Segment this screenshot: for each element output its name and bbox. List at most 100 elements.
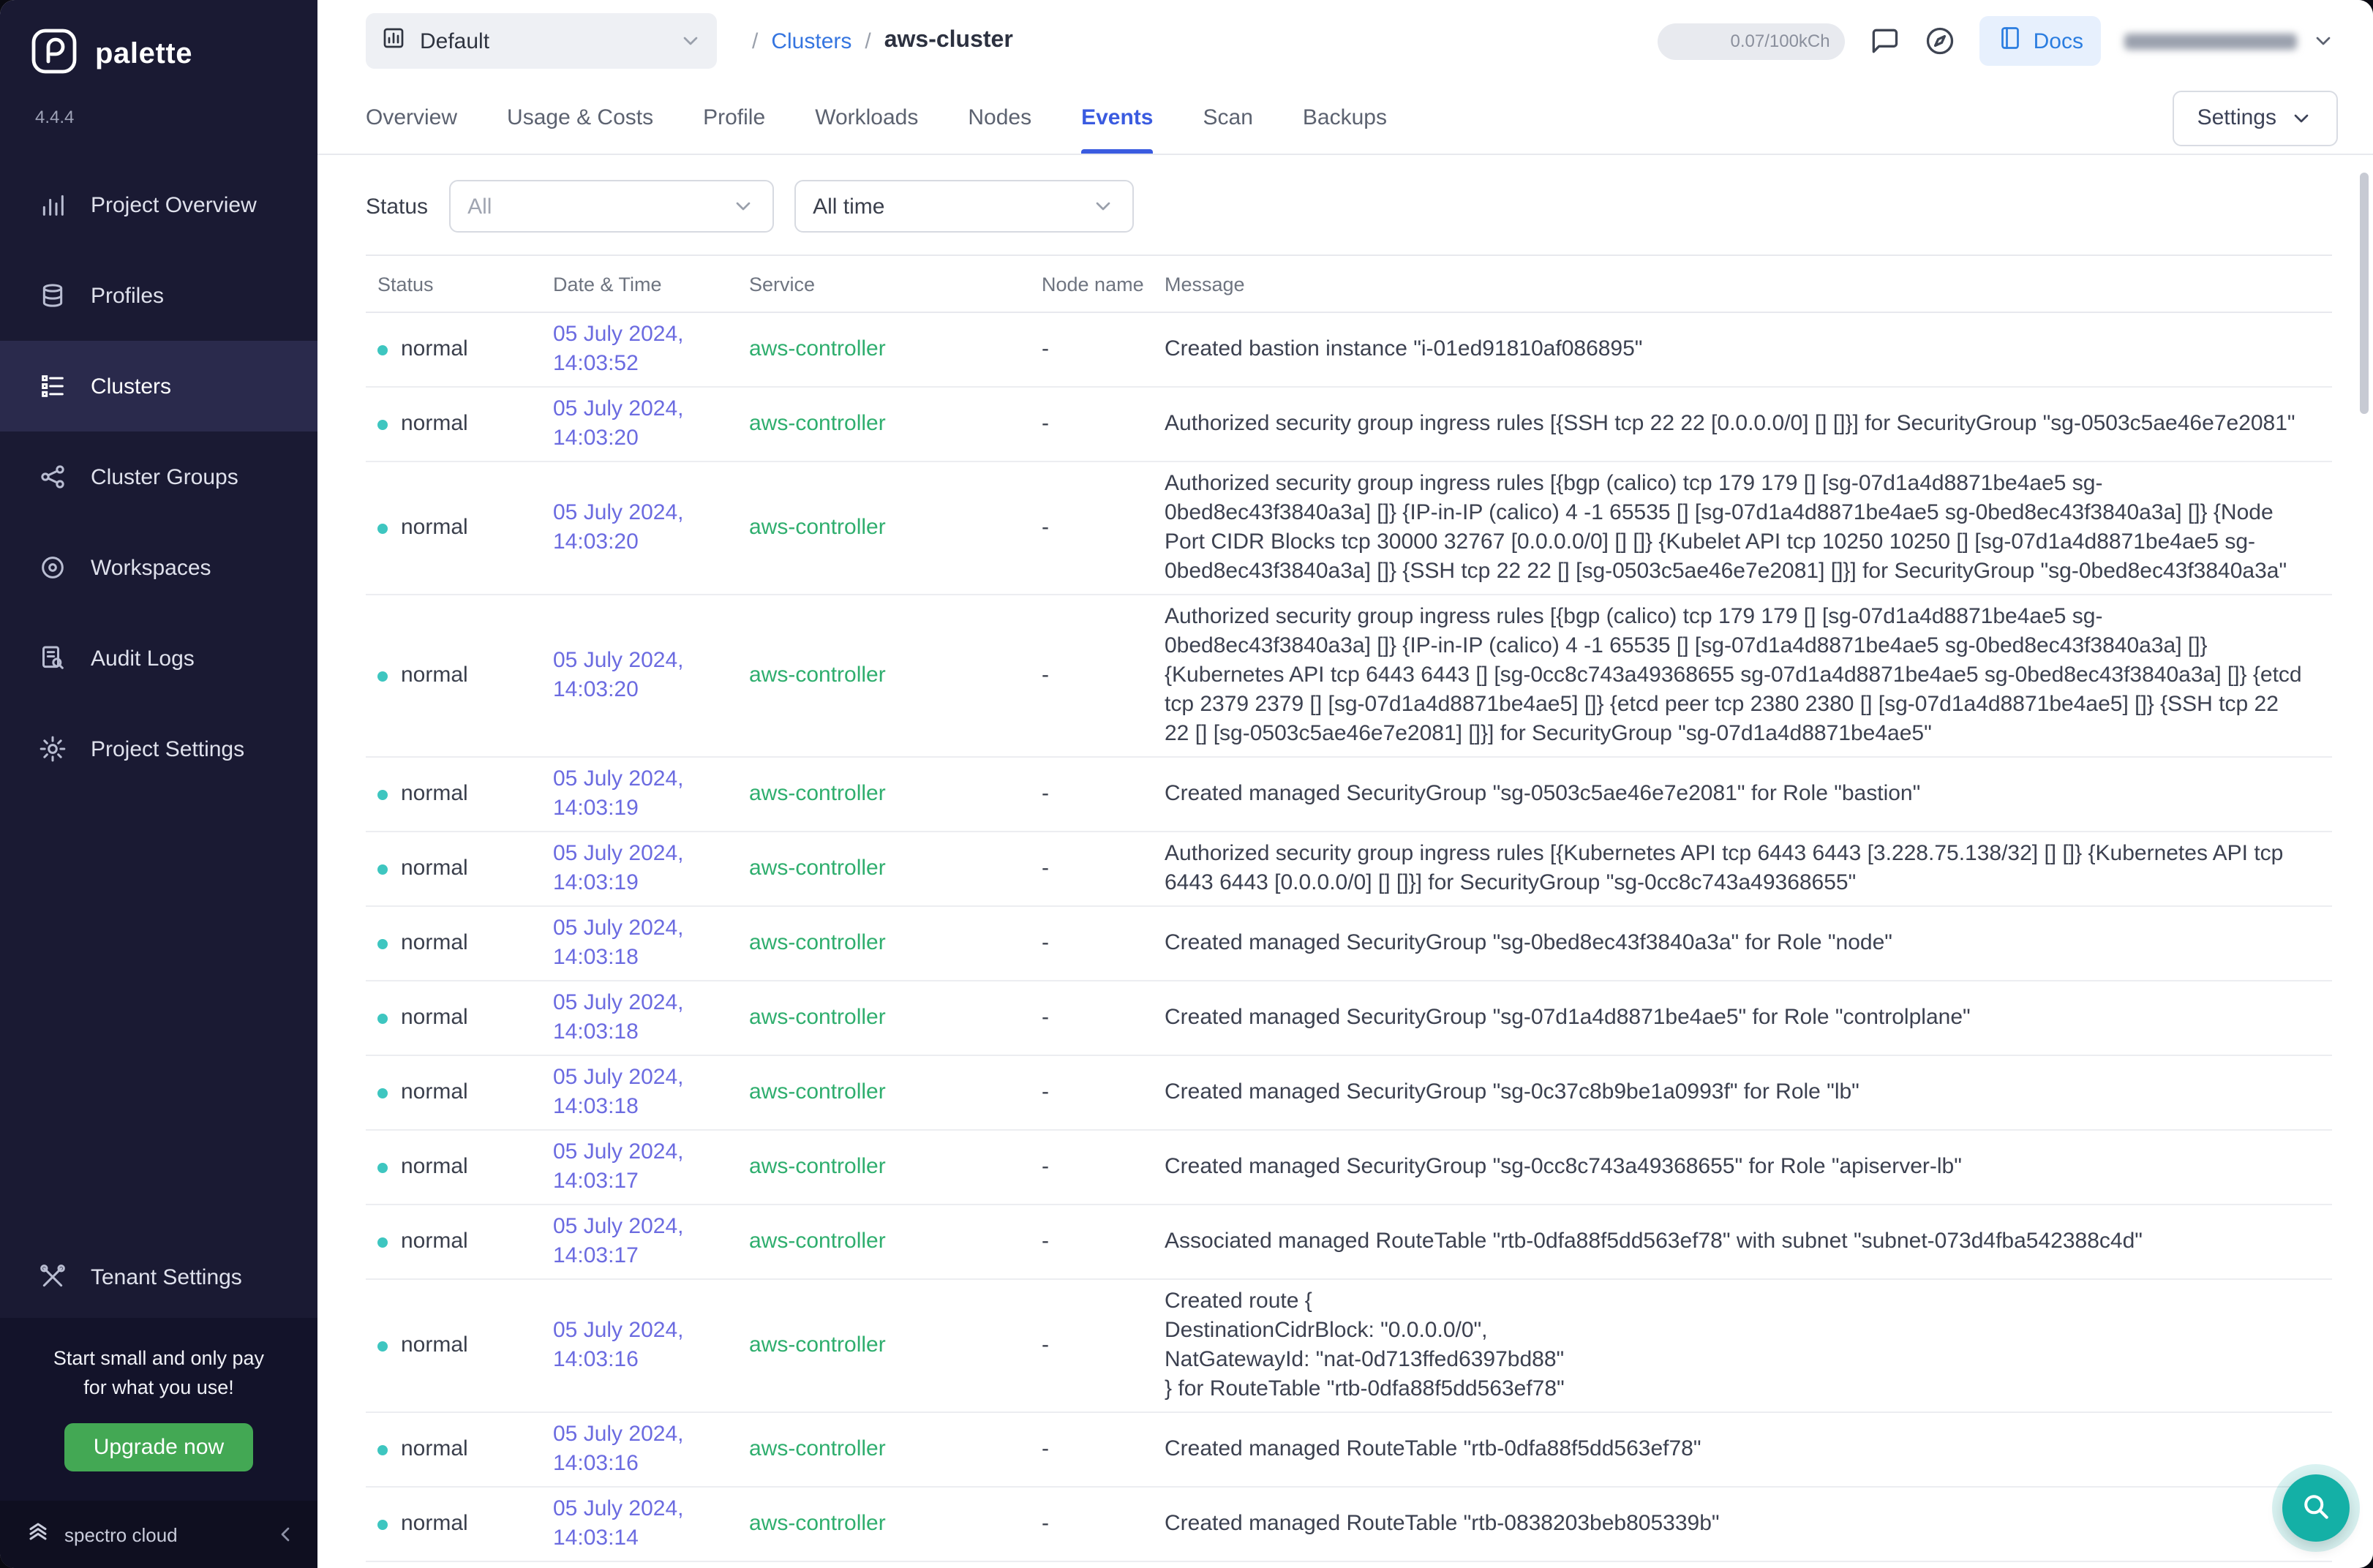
brand-name: palette [95, 38, 192, 72]
event-row: normal05 July 2024,14:03:19aws-controlle… [366, 758, 2332, 832]
date-cell: 05 July 2024,14:03:19 [553, 840, 749, 898]
tab-scan[interactable]: Scan [1203, 82, 1253, 154]
event-row: normal05 July 2024,14:03:16aws-controlle… [366, 1280, 2332, 1413]
sidebar-item-audit-logs[interactable]: Audit Logs [0, 613, 317, 704]
sidebar-item-profiles[interactable]: Profiles [0, 250, 317, 341]
promo-text: Start small and only pay for what you us… [0, 1344, 317, 1403]
service-cell: aws-controller [749, 1331, 1042, 1360]
tab-profile[interactable]: Profile [703, 82, 765, 154]
upgrade-button[interactable]: Upgrade now [64, 1423, 253, 1471]
status-dot-icon [377, 1013, 388, 1023]
collapse-sidebar-icon[interactable] [274, 1523, 297, 1546]
docs-icon [1997, 25, 2023, 57]
sidebar-item-label: Clusters [91, 374, 171, 399]
status-cell: normal [366, 1331, 553, 1360]
time-filter-select[interactable]: All time [794, 180, 1133, 233]
service-cell: aws-controller [749, 854, 1042, 883]
node-cell: - [1042, 1509, 1165, 1539]
node-cell: - [1042, 1003, 1165, 1033]
breadcrumb-clusters-link[interactable]: Clusters [771, 29, 851, 53]
message-cell: Authorized security group ingress rules … [1165, 603, 2332, 749]
tab-bar: Overview Usage & Costs Profile Workloads Nod… [317, 82, 2373, 155]
status-dot-icon [377, 671, 388, 681]
sidebar-item-clusters[interactable]: Clusters [0, 341, 317, 431]
status-filter-label: Status [366, 194, 428, 219]
user-menu[interactable] [2124, 29, 2338, 53]
sidebar-item-label: Profiles [91, 283, 164, 308]
user-name-redacted [2124, 33, 2297, 49]
promo-block: Start small and only pay for what you us… [0, 1318, 317, 1501]
project-selector[interactable]: Default [366, 13, 717, 69]
status-cell: normal [366, 1509, 553, 1539]
filter-bar: Status All All time [366, 178, 2332, 234]
status-cell: normal [366, 410, 553, 439]
tools-icon [38, 1262, 67, 1292]
tab-events[interactable]: Events [1081, 82, 1153, 154]
sidebar-item-label: Workspaces [91, 555, 211, 580]
sidebar-item-label: Cluster Groups [91, 464, 238, 489]
service-cell: aws-controller [749, 1003, 1042, 1033]
event-row: normal05 July 2024,14:03:52aws-controlle… [366, 313, 2332, 388]
event-row: normal05 July 2024,14:03:17aws-controlle… [366, 1131, 2332, 1205]
sidebar-item-cluster-groups[interactable]: Cluster Groups [0, 431, 317, 522]
sidebar-item-project-overview[interactable]: Project Overview [0, 159, 317, 250]
node-cell: - [1042, 1153, 1165, 1182]
layers-icon [38, 281, 67, 310]
docs-button[interactable]: Docs [1979, 16, 2101, 66]
node-cell: - [1042, 929, 1165, 958]
compass-icon[interactable] [1924, 25, 1956, 57]
status-dot-icon [377, 419, 388, 429]
search-fab-button[interactable] [2282, 1474, 2350, 1542]
footer-brand: spectro cloud [64, 1523, 178, 1545]
status-dot-icon [377, 1162, 388, 1172]
events-table: StatusDate & TimeServiceNode nameMessage… [366, 255, 2332, 1562]
date-cell: 05 July 2024,14:03:20 [553, 395, 749, 453]
node-cell: - [1042, 1078, 1165, 1107]
sidebar-item-workspaces[interactable]: Workspaces [0, 522, 317, 613]
status-cell: normal [366, 854, 553, 883]
table-header: StatusDate & TimeServiceNode nameMessage [366, 255, 2332, 313]
usage-meter: 0.07/100kCh [1658, 23, 1845, 59]
chevron-down-icon [2312, 29, 2335, 53]
search-icon [2300, 1490, 2332, 1526]
status-filter-select[interactable]: All [448, 180, 773, 233]
audit-icon [38, 644, 67, 673]
node-cell: - [1042, 780, 1165, 809]
status-dot-icon [377, 344, 388, 355]
scrollbar[interactable] [2360, 173, 2369, 1196]
sidebar-bottom: Tenant Settings Start small and only pay… [0, 1236, 317, 1568]
column-header-status: Status [366, 273, 553, 295]
events-content: Status All All time StatusDate & TimeSer… [317, 155, 2373, 1568]
tab-nodes[interactable]: Nodes [968, 82, 1031, 154]
date-cell: 05 July 2024,14:03:18 [553, 989, 749, 1047]
palette-logo-icon [29, 26, 79, 83]
top-bar: Default / Clusters / aws-cluster 0.07/10… [317, 0, 2373, 82]
chevron-down-icon [679, 29, 702, 53]
sidebar-item-project-settings[interactable]: Project Settings [0, 704, 317, 794]
event-row: normal05 July 2024,14:03:17aws-controlle… [366, 1205, 2332, 1280]
table-body: normal05 July 2024,14:03:52aws-controlle… [366, 313, 2332, 1562]
status-cell: normal [366, 1435, 553, 1464]
service-cell: aws-controller [749, 929, 1042, 958]
message-cell: Created managed RouteTable "rtb-0dfa88f5… [1165, 1435, 2332, 1464]
status-dot-icon [377, 523, 388, 533]
main-area: Default / Clusters / aws-cluster 0.07/10… [317, 0, 2373, 1568]
tab-backups[interactable]: Backups [1303, 82, 1387, 154]
tab-workloads[interactable]: Workloads [815, 82, 918, 154]
chevron-down-icon [2290, 106, 2313, 129]
date-cell: 05 July 2024,14:03:20 [553, 647, 749, 705]
event-row: normal05 July 2024,14:03:18aws-controlle… [366, 907, 2332, 981]
tab-overview[interactable]: Overview [366, 82, 457, 154]
breadcrumb-current: aws-cluster [884, 28, 1013, 54]
brand: palette [0, 0, 317, 83]
status-cell: normal [366, 661, 553, 690]
tab-usage-costs[interactable]: Usage & Costs [507, 82, 653, 154]
date-cell: 05 July 2024,14:03:17 [553, 1213, 749, 1271]
column-header-date-time: Date & Time [553, 273, 749, 295]
scrollbar-thumb[interactable] [2360, 173, 2369, 414]
settings-button[interactable]: Settings [2173, 90, 2338, 146]
node-cell: - [1042, 1227, 1165, 1256]
sidebar-item-tenant-settings[interactable]: Tenant Settings [0, 1236, 317, 1318]
service-cell: aws-controller [749, 1153, 1042, 1182]
chat-icon[interactable] [1868, 25, 1900, 57]
